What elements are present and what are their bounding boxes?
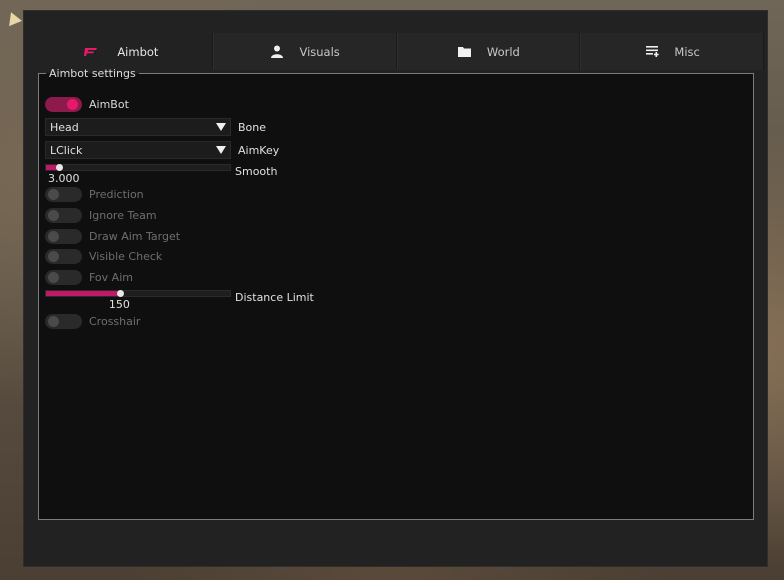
- draw-aim-target-row: Draw Aim Target: [45, 229, 180, 244]
- tab-visuals[interactable]: Visuals: [212, 33, 397, 70]
- slider-thumb[interactable]: [116, 290, 124, 297]
- ignore-team-toggle[interactable]: [45, 208, 82, 223]
- tab-label: World: [486, 44, 520, 59]
- crosshair-toggle[interactable]: [45, 314, 82, 329]
- tab-bar: Aimbot Visuals World Misc: [30, 33, 764, 70]
- aimkey-label: AimKey: [238, 143, 280, 157]
- bone-value: Head: [50, 120, 79, 134]
- aimbot-label: AimBot: [89, 98, 129, 111]
- folder-icon: [457, 45, 473, 59]
- toggle-knob: [48, 189, 59, 200]
- slider-fill: [46, 291, 120, 296]
- fov-aim-row: Fov Aim: [45, 270, 133, 285]
- bone-label: Bone: [238, 120, 267, 134]
- visible-check-label: Visible Check: [89, 250, 163, 263]
- toggle-knob: [67, 99, 78, 110]
- toggle-knob: [48, 316, 59, 327]
- fov-aim-toggle[interactable]: [45, 270, 82, 285]
- ignore-team-row: Ignore Team: [45, 208, 157, 223]
- tab-label: Aimbot: [117, 44, 159, 59]
- dropdown-arrow-icon: [216, 146, 226, 154]
- crosshair-row: Crosshair: [45, 314, 140, 329]
- visible-check-row: Visible Check: [45, 249, 162, 264]
- tab-label: Visuals: [299, 44, 340, 59]
- toggle-knob: [48, 210, 59, 221]
- fov-aim-label: Fov Aim: [89, 271, 133, 284]
- prediction-toggle[interactable]: [45, 187, 82, 202]
- toggle-knob: [48, 251, 59, 262]
- tab-label: Misc: [674, 44, 700, 59]
- distance-label: Distance Limit: [235, 291, 314, 304]
- crosshair-label: Crosshair: [89, 315, 141, 328]
- tab-misc[interactable]: Misc: [580, 33, 764, 70]
- aimbot-toggle-row: AimBot: [45, 97, 129, 112]
- cheat-menu-window: Aimbot Visuals World Misc Aimbot setting…: [23, 10, 768, 567]
- panel-title: Aimbot settings: [46, 67, 139, 80]
- aimbot-toggle[interactable]: [45, 97, 82, 112]
- tab-aimbot[interactable]: Aimbot: [30, 33, 213, 70]
- visible-check-toggle[interactable]: [45, 249, 82, 264]
- bone-select[interactable]: Head: [45, 118, 231, 136]
- prediction-row: Prediction: [45, 187, 144, 202]
- bone-row: Head Bone: [45, 118, 266, 136]
- aimkey-select[interactable]: LClick: [45, 141, 231, 159]
- mouse-cursor-icon: [9, 12, 23, 28]
- tab-world[interactable]: World: [396, 33, 581, 70]
- distance-value: 150: [108, 298, 130, 311]
- smooth-slider[interactable]: [45, 164, 231, 171]
- smooth-value: 3.000: [48, 172, 80, 185]
- slider-thumb[interactable]: [55, 164, 63, 171]
- aimkey-value: LClick: [50, 143, 83, 157]
- prediction-label: Prediction: [89, 188, 144, 201]
- toggle-knob: [48, 231, 59, 242]
- distance-limit-slider[interactable]: [45, 290, 231, 297]
- crosshair-icon: [83, 45, 99, 59]
- draw-aim-target-toggle[interactable]: [45, 229, 82, 244]
- aimbot-settings-panel: Aimbot settings AimBot Head Bone LClick …: [38, 67, 754, 520]
- ignore-team-label: Ignore Team: [89, 209, 157, 222]
- list-icon: [644, 45, 660, 59]
- aimkey-row: LClick AimKey: [45, 141, 279, 159]
- dropdown-arrow-icon: [216, 123, 226, 131]
- person-icon: [269, 45, 285, 59]
- smooth-label: Smooth: [235, 165, 278, 178]
- draw-aim-target-label: Draw Aim Target: [89, 230, 181, 243]
- toggle-knob: [48, 272, 59, 283]
